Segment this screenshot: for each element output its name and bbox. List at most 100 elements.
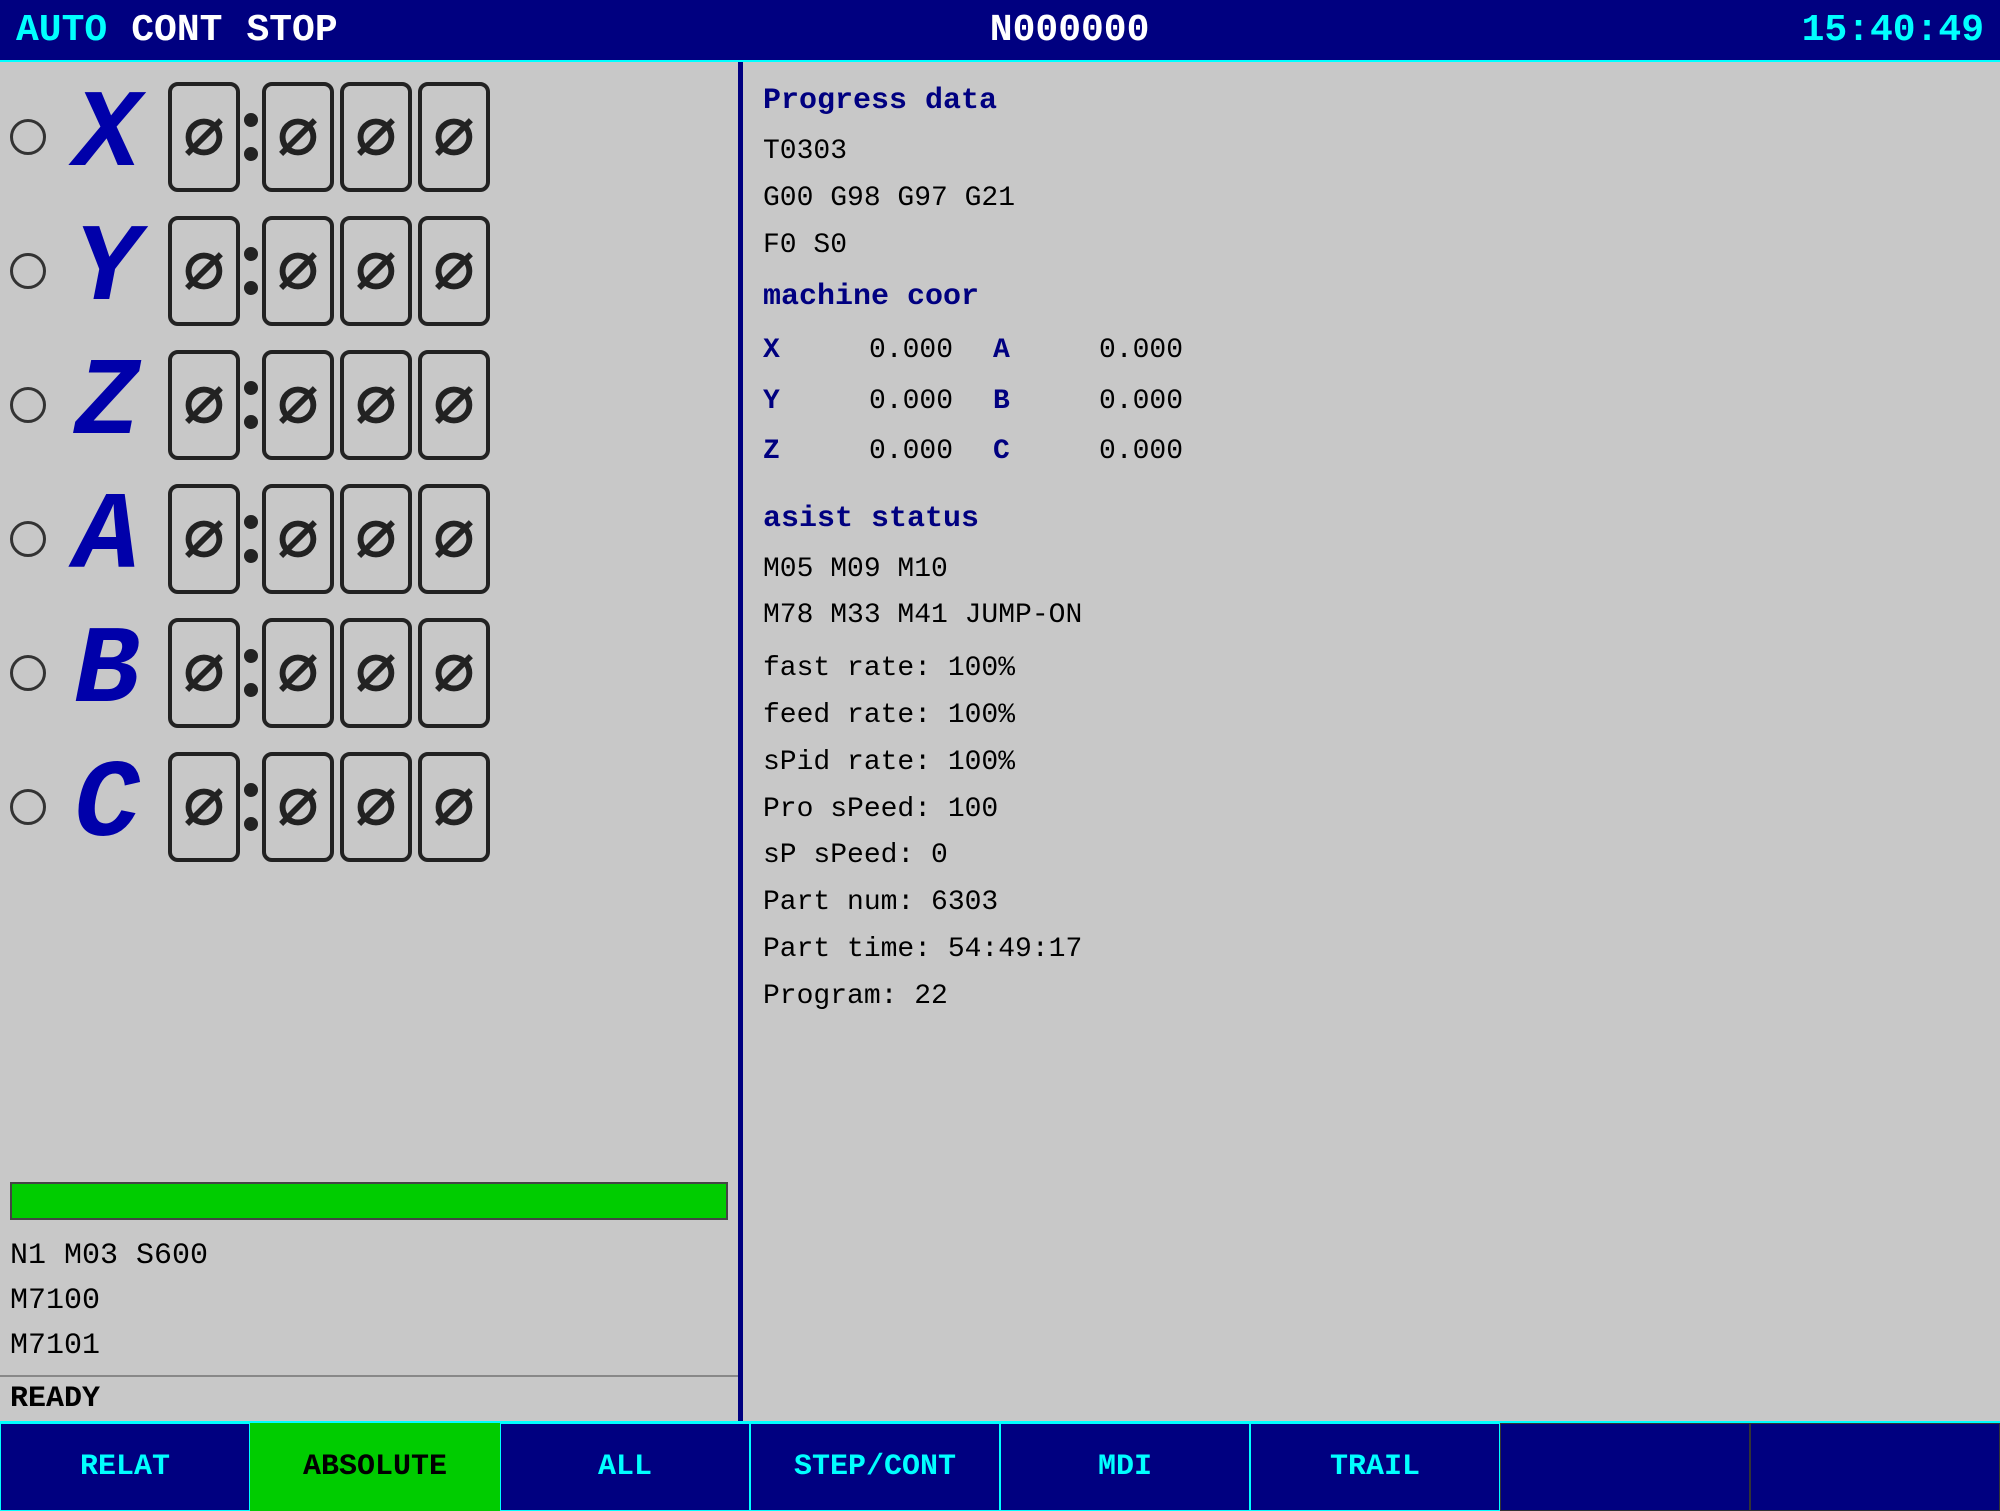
coord-rows: X0.000A0.000Y0.000B0.000Z0.000C0.000	[763, 326, 1980, 477]
seg-digit	[168, 350, 240, 460]
seg-colon	[244, 515, 258, 563]
seg-digit	[418, 350, 490, 460]
seg-digit	[340, 752, 412, 862]
seg-digit	[418, 618, 490, 728]
progress-data-title: Progress data	[763, 74, 1980, 128]
code-line-1: M7100	[10, 1279, 728, 1324]
seg-colon	[244, 113, 258, 161]
seg-digit	[168, 216, 240, 326]
code-area: N1 M03 S600M7100M7101	[0, 1228, 738, 1375]
axis-row-b: B	[10, 608, 728, 738]
axis-value-x	[168, 82, 728, 192]
toolbar-btn-ABSOLUTE[interactable]: ABSOLUTE	[250, 1423, 500, 1511]
seg-digit	[262, 216, 334, 326]
seg-digit	[262, 350, 334, 460]
coord-val-C: 0.000	[1053, 427, 1183, 477]
axis-circle-a	[10, 521, 46, 557]
progress-bar-fill	[12, 1184, 726, 1218]
seg-digit	[340, 350, 412, 460]
seg-colon	[244, 381, 258, 429]
coord-label-X: X	[763, 326, 813, 376]
progress-bar-area	[0, 1174, 738, 1228]
seg-colon	[244, 649, 258, 697]
part-num: Part num: 6303	[763, 881, 1980, 926]
axis-row-x: X	[10, 72, 728, 202]
status1-label: CONT	[131, 9, 222, 52]
axis-row-z: Z	[10, 340, 728, 470]
program-label: N000000	[338, 9, 1802, 52]
seg-digit	[340, 484, 412, 594]
m-codes2: M78 M33 M41 JUMP-ON	[763, 594, 1980, 639]
axis-row-c: C	[10, 742, 728, 872]
g-codes-line: G00 G98 G97 G21	[763, 177, 1980, 222]
code-line-0: N1 M03 S600	[10, 1234, 728, 1279]
coord-val-Y: 0.000	[813, 377, 953, 427]
status2-label: STOP	[246, 9, 337, 52]
coord-val-B: 0.000	[1053, 377, 1183, 427]
seg-digit	[168, 484, 240, 594]
coord-label-A: A	[993, 326, 1053, 376]
pro-speed: Pro sPeed: 100	[763, 788, 1980, 833]
seg-digit	[168, 618, 240, 728]
axis-value-y	[168, 216, 728, 326]
coord-val-A: 0.000	[1053, 326, 1183, 376]
axis-value-a	[168, 484, 728, 594]
ready-bar: READY	[0, 1375, 738, 1421]
toolbar-btn-MDI[interactable]: MDI	[1000, 1423, 1250, 1511]
axis-circle-z	[10, 387, 46, 423]
program-num: Program: 22	[763, 975, 1980, 1020]
axis-row-y: Y	[10, 206, 728, 336]
tool-line: T0303	[763, 130, 1980, 175]
seg-digit	[418, 216, 490, 326]
axis-label-y: Y	[62, 216, 152, 326]
mode-label: AUTO	[16, 9, 107, 52]
coord-label-Y: Y	[763, 377, 813, 427]
toolbar-btn-6	[1500, 1423, 1750, 1511]
seg-digit	[340, 82, 412, 192]
ready-text: READY	[10, 1382, 100, 1416]
coord-row-1: Y0.000B0.000	[763, 377, 1980, 427]
feed-rate: feed rate: 100%	[763, 694, 1980, 739]
toolbar-btn-STEP/CONT[interactable]: STEP/CONT	[750, 1423, 1000, 1511]
seg-digit	[262, 752, 334, 862]
seg-digit	[262, 484, 334, 594]
coord-label-Z: Z	[763, 427, 813, 477]
seg-colon	[244, 247, 258, 295]
seg-digit	[168, 752, 240, 862]
fast-rate: fast rate: 100%	[763, 647, 1980, 692]
seg-digit	[262, 82, 334, 192]
axis-circle-y	[10, 253, 46, 289]
top-bar: AUTO CONT STOP N000000 15:40:49	[0, 0, 2000, 62]
toolbar-btn-TRAIL[interactable]: TRAIL	[1250, 1423, 1500, 1511]
seg-digit	[262, 618, 334, 728]
seg-digit	[418, 484, 490, 594]
machine-coor-title: machine coor	[763, 270, 1980, 324]
seg-digit	[340, 216, 412, 326]
clock-label: 15:40:49	[1802, 9, 1984, 52]
axis-label-b: B	[62, 618, 152, 728]
axis-label-z: Z	[62, 350, 152, 460]
f-s-line: F0 S0	[763, 224, 1980, 269]
toolbar-btn-ALL[interactable]: ALL	[500, 1423, 750, 1511]
coord-val-X: 0.000	[813, 326, 953, 376]
m-codes1: M05 M09 M10	[763, 548, 1980, 593]
progress-bar-background	[10, 1182, 728, 1220]
coord-row-0: X0.000A0.000	[763, 326, 1980, 376]
coord-label-B: B	[993, 377, 1053, 427]
left-panel: XYZABC N1 M03 S600M7100M7101 READY	[0, 62, 740, 1421]
axis-label-c: C	[62, 752, 152, 862]
axis-circle-x	[10, 119, 46, 155]
seg-digit	[340, 618, 412, 728]
right-panel: Progress data T0303 G00 G98 G97 G21 F0 S…	[743, 62, 2000, 1421]
toolbar-btn-7	[1750, 1423, 2000, 1511]
axis-label-a: A	[62, 484, 152, 594]
main-area: XYZABC N1 M03 S600M7100M7101 READY Progr…	[0, 62, 2000, 1421]
axis-value-b	[168, 618, 728, 728]
axis-row-a: A	[10, 474, 728, 604]
asist-title: asist status	[763, 492, 1980, 546]
axes-area: XYZABC	[0, 62, 738, 1174]
axis-value-c	[168, 752, 728, 862]
axis-circle-b	[10, 655, 46, 691]
axis-value-z	[168, 350, 728, 460]
toolbar-btn-RELAT[interactable]: RELAT	[0, 1423, 250, 1511]
